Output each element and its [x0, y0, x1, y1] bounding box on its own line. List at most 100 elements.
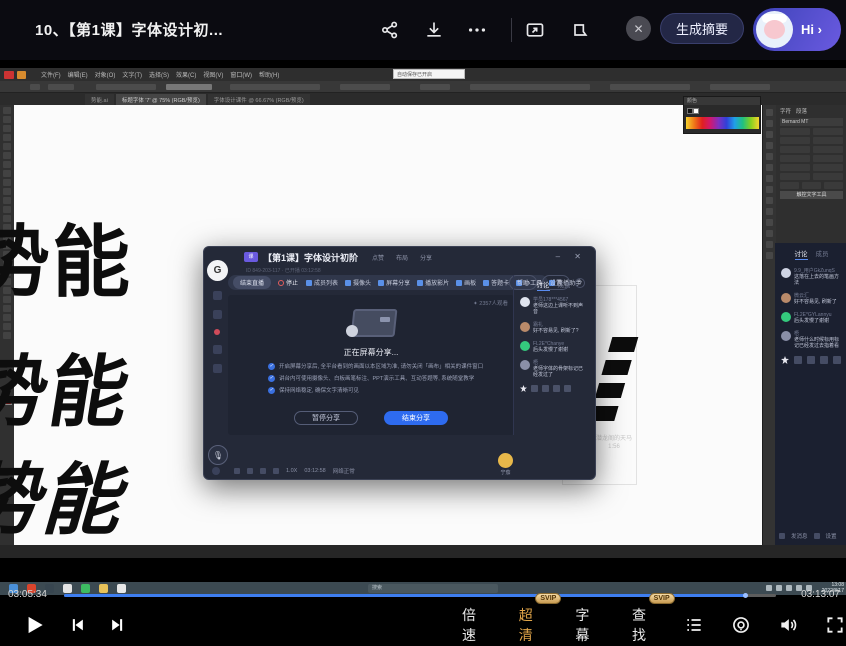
toolbar-item[interactable]: 成员列表	[306, 278, 338, 287]
stop-button[interactable]: 停止	[278, 278, 298, 287]
menu-item[interactable]: 文字(T)	[122, 70, 142, 79]
fullscreen-icon[interactable]	[823, 613, 846, 637]
menu-item[interactable]: 文件(F)	[41, 70, 61, 79]
tool-icon[interactable]	[3, 305, 11, 312]
dock-icon[interactable]	[766, 219, 773, 226]
close-icon[interactable]: ✕	[626, 16, 651, 41]
tool-icon[interactable]	[3, 143, 11, 150]
live-chat-tab-members[interactable]: 成员	[816, 248, 829, 260]
dock-icon[interactable]	[766, 131, 773, 138]
dock-icon[interactable]	[766, 241, 773, 248]
toolbar-item[interactable]: 摄像头	[345, 278, 371, 287]
chat-quick-icons[interactable]	[520, 385, 587, 392]
tool-icon[interactable]	[3, 206, 11, 213]
live-chat-quick-icons[interactable]	[781, 356, 842, 364]
menu-item[interactable]: 选择(S)	[149, 70, 169, 79]
touch-type-tool-chip[interactable]: 触控文字工具	[780, 191, 843, 199]
chat-avatar	[781, 293, 791, 303]
tool-icon[interactable]	[3, 179, 11, 186]
document-tab[interactable]: 势能.ai	[85, 94, 114, 105]
record-screen-icon[interactable]	[729, 613, 752, 637]
dialog-logo: G	[207, 260, 228, 281]
toolbar-item[interactable]: 屏幕分享	[378, 278, 410, 287]
tool-icon[interactable]	[3, 170, 11, 177]
dock-icon[interactable]	[766, 164, 773, 171]
dialog-title-menu-item[interactable]: 分享	[420, 253, 432, 262]
menu-item[interactable]: 编辑(E)	[68, 70, 88, 79]
dock-icon[interactable]	[766, 175, 773, 182]
toolbar-item-icon	[378, 280, 384, 286]
chat-settings-button[interactable]: 设置	[826, 532, 837, 540]
dialog-window-buttons[interactable]: – ✕	[556, 252, 587, 261]
menu-item[interactable]: 对象(O)	[95, 70, 116, 79]
next-button[interactable]	[105, 612, 130, 638]
live-chat-tab-discussion[interactable]: 讨论	[795, 248, 808, 260]
camera-button[interactable]	[212, 467, 220, 475]
tool-icon[interactable]	[3, 197, 11, 204]
danmaku-report-icon[interactable]	[566, 16, 594, 44]
quality-button[interactable]: 超清 SVIP	[519, 605, 546, 645]
share-icon[interactable]	[376, 16, 404, 44]
more-icon[interactable]	[463, 16, 491, 44]
dialog-title-menu-item[interactable]: 点赞	[372, 253, 384, 262]
subtitle-button[interactable]: 字幕	[575, 605, 602, 645]
video-frame[interactable]: 文件(F) 编辑(E) 对象(O) 文字(T) 选择(S) 效果(C) 视图(V) 窗口(W)…	[0, 68, 846, 558]
seek-knob[interactable]	[743, 593, 748, 598]
header-divider	[511, 18, 512, 42]
toolbar-item[interactable]: 画板	[456, 278, 476, 287]
tool-icon[interactable]	[3, 332, 11, 339]
dock-icon[interactable]	[766, 142, 773, 149]
chat-text: 老师什么时候标用标记已经发过去指着看	[794, 337, 842, 349]
tool-icon[interactable]	[3, 188, 11, 195]
menu-item[interactable]: 窗口(W)	[230, 70, 252, 79]
tab-character[interactable]: 字符	[780, 107, 791, 115]
end-live-button[interactable]: 结束直播	[233, 276, 271, 289]
menu-item[interactable]: 帮助(H)	[259, 70, 279, 79]
picture-in-picture-icon[interactable]	[521, 16, 549, 44]
dock-icon[interactable]	[766, 208, 773, 215]
tab-paragraph[interactable]: 段落	[796, 107, 807, 115]
dialog-title-menu-item[interactable]: 布局	[396, 253, 408, 262]
assistant-button[interactable]: Hi ›	[753, 8, 841, 51]
volume-icon[interactable]	[776, 613, 799, 637]
download-icon[interactable]	[420, 16, 448, 44]
chat-tab-discussion[interactable]: 讨论	[537, 279, 550, 291]
dialog-titlebar[interactable]: 课 【第1课】字体设计初阶 点赞布局分享 – ✕	[204, 247, 595, 267]
dock-icon[interactable]	[766, 186, 773, 193]
tool-icon[interactable]	[3, 323, 11, 330]
mic-button[interactable]: 🎙	[208, 445, 228, 465]
search-button[interactable]: 查找 SVIP	[632, 605, 659, 645]
play-button[interactable]	[20, 610, 49, 640]
send-message-button[interactable]: 发消息	[791, 532, 808, 540]
document-tab[interactable]: 字体设计课件 @ 66.67% (RGB/预览)	[208, 94, 310, 105]
font-family-field[interactable]: Bernard MT	[780, 118, 843, 126]
toolbar-item[interactable]: 播放影片	[417, 278, 449, 287]
generate-summary-button[interactable]: 生成摘要	[660, 13, 744, 44]
tool-icon[interactable]	[3, 107, 11, 114]
tool-icon[interactable]	[3, 134, 11, 141]
playlist-icon[interactable]	[683, 613, 706, 637]
tool-icon[interactable]	[3, 125, 11, 132]
dock-icon[interactable]	[766, 230, 773, 237]
previous-button[interactable]	[65, 612, 90, 638]
toolbar-item[interactable]: 答题卡	[483, 278, 509, 287]
menu-item[interactable]: 效果(C)	[176, 70, 196, 79]
dock-icon[interactable]	[766, 153, 773, 160]
dialog-side-icons[interactable]	[210, 291, 224, 373]
speed-button[interactable]: 倍速	[462, 605, 489, 645]
dock-icon[interactable]	[766, 120, 773, 127]
tool-icon[interactable]	[3, 116, 11, 123]
tool-icon[interactable]	[3, 314, 11, 321]
tool-icon[interactable]	[3, 152, 11, 159]
menu-item[interactable]: 视图(V)	[203, 70, 223, 79]
dock-icon[interactable]	[766, 109, 773, 116]
color-spectrum[interactable]	[686, 117, 759, 129]
document-tab[interactable]: 标题字体 '7' @ 75% (RGB/预览)	[116, 94, 206, 105]
tool-icon[interactable]	[3, 161, 11, 168]
dock-icon[interactable]	[766, 197, 773, 204]
pause-share-button[interactable]: 暂停分享	[294, 411, 358, 425]
play-speed[interactable]: 1.0X	[286, 468, 297, 474]
end-share-button[interactable]: 结束分享	[384, 411, 448, 425]
dock-icon[interactable]	[766, 252, 773, 259]
chat-tab-members[interactable]: 成员	[558, 279, 571, 291]
